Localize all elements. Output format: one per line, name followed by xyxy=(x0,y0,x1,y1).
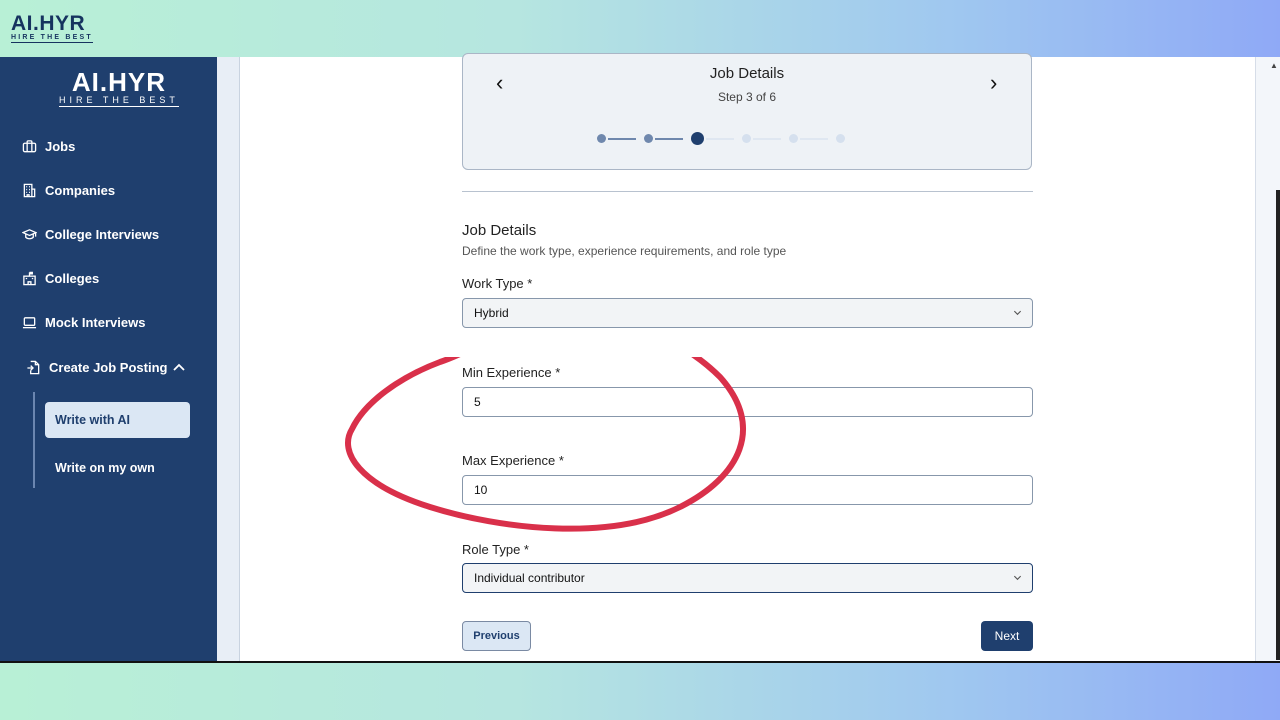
role-type-value: Individual contributor xyxy=(474,571,585,585)
step-dot-6[interactable] xyxy=(836,134,845,143)
min-experience-value: 5 xyxy=(474,395,481,409)
top-brand-logo: AI.HYR HIRE THE BEST xyxy=(11,12,93,43)
work-type-value: Hybrid xyxy=(474,306,509,320)
role-type-select[interactable]: Individual contributor xyxy=(462,563,1033,593)
previous-button[interactable]: Previous xyxy=(462,621,531,651)
submenu-label: Write on my own xyxy=(55,461,155,475)
chevron-right-icon[interactable]: › xyxy=(990,72,997,94)
step-connector xyxy=(608,137,636,140)
stepper-title: Job Details xyxy=(709,65,785,82)
submenu-line xyxy=(33,392,35,488)
sidebar-item-jobs[interactable]: Jobs xyxy=(22,139,75,154)
sidebar-item-label: Colleges xyxy=(45,271,100,286)
role-type-label: Role Type * xyxy=(462,542,529,557)
step-connector xyxy=(706,137,734,140)
sidebar-logo[interactable]: AI.HYR HIRE THE BEST xyxy=(59,69,179,107)
step-dot-3-current[interactable] xyxy=(691,132,704,145)
app-window: AI.HYR HIRE THE BEST Jobs Companies Coll… xyxy=(0,53,1280,662)
step-connector xyxy=(655,137,683,140)
section-title: Job Details xyxy=(462,222,537,239)
sidebar-item-mock-interviews[interactable]: Mock Interviews xyxy=(22,315,145,330)
school-icon xyxy=(23,271,36,286)
step-progress xyxy=(597,132,845,145)
chevron-down-icon xyxy=(1013,575,1022,581)
step-dot-1[interactable] xyxy=(597,134,606,143)
sidebar-item-label: Mock Interviews xyxy=(45,315,146,330)
sidebar-item-label: Companies xyxy=(45,183,116,198)
step-dot-4[interactable] xyxy=(742,134,751,143)
sidebar-logo-tagline: HIRE THE BEST xyxy=(59,95,179,107)
scrollbar-thumb[interactable] xyxy=(1276,190,1280,660)
briefcase-icon xyxy=(22,140,37,153)
graduation-cap-icon xyxy=(22,229,37,240)
sidebar-item-college-interviews[interactable]: College Interviews xyxy=(22,227,159,242)
left-gutter xyxy=(217,57,239,662)
brand-tagline: HIRE THE BEST xyxy=(11,34,93,43)
step-dot-2[interactable] xyxy=(644,134,653,143)
step-connector xyxy=(753,137,781,140)
sidebar-item-colleges[interactable]: Colleges xyxy=(22,271,99,286)
section-description: Define the work type, experience require… xyxy=(462,244,787,258)
work-type-select[interactable]: Hybrid xyxy=(462,298,1033,328)
sidebar-item-label: College Interviews xyxy=(45,227,160,242)
chevron-down-icon xyxy=(1013,310,1022,316)
sidebar: AI.HYR HIRE THE BEST Jobs Companies Coll… xyxy=(0,57,217,662)
building-icon xyxy=(23,183,36,198)
new-document-icon xyxy=(27,360,40,375)
brand-name: AI.HYR xyxy=(11,12,86,35)
divider xyxy=(462,191,1033,192)
sidebar-item-companies[interactable]: Companies xyxy=(22,183,115,198)
submenu-write-with-ai[interactable]: Write with AI xyxy=(45,402,190,438)
main-content: ‹ Job Details Step 3 of 6 › Job Details … xyxy=(239,53,1255,662)
step-dot-5[interactable] xyxy=(789,134,798,143)
submenu-write-on-my-own[interactable]: Write on my own xyxy=(45,450,190,486)
work-type-label: Work Type * xyxy=(462,276,533,291)
window-bottom-edge xyxy=(0,661,1280,663)
sidebar-item-create-job-posting[interactable]: Create Job Posting xyxy=(26,360,167,375)
sidebar-logo-name: AI.HYR xyxy=(71,67,166,97)
stepper-card: ‹ Job Details Step 3 of 6 › xyxy=(462,53,1032,170)
scroll-up-arrow-icon[interactable]: ▲ xyxy=(1270,61,1278,70)
submenu-label: Write with AI xyxy=(55,413,130,427)
min-experience-label: Min Experience * xyxy=(462,365,561,380)
max-experience-label: Max Experience * xyxy=(462,453,564,468)
step-connector xyxy=(800,137,828,140)
max-experience-value: 10 xyxy=(474,483,488,497)
next-button[interactable]: Next xyxy=(981,621,1033,651)
min-experience-input[interactable]: 5 xyxy=(462,387,1033,417)
laptop-icon xyxy=(22,317,37,329)
max-experience-input[interactable]: 10 xyxy=(462,475,1033,505)
sidebar-item-label: Jobs xyxy=(45,139,76,154)
chevron-up-icon[interactable] xyxy=(172,362,186,372)
sidebar-item-label: Create Job Posting xyxy=(49,360,168,375)
stepper-subtitle: Step 3 of 6 xyxy=(717,90,777,104)
